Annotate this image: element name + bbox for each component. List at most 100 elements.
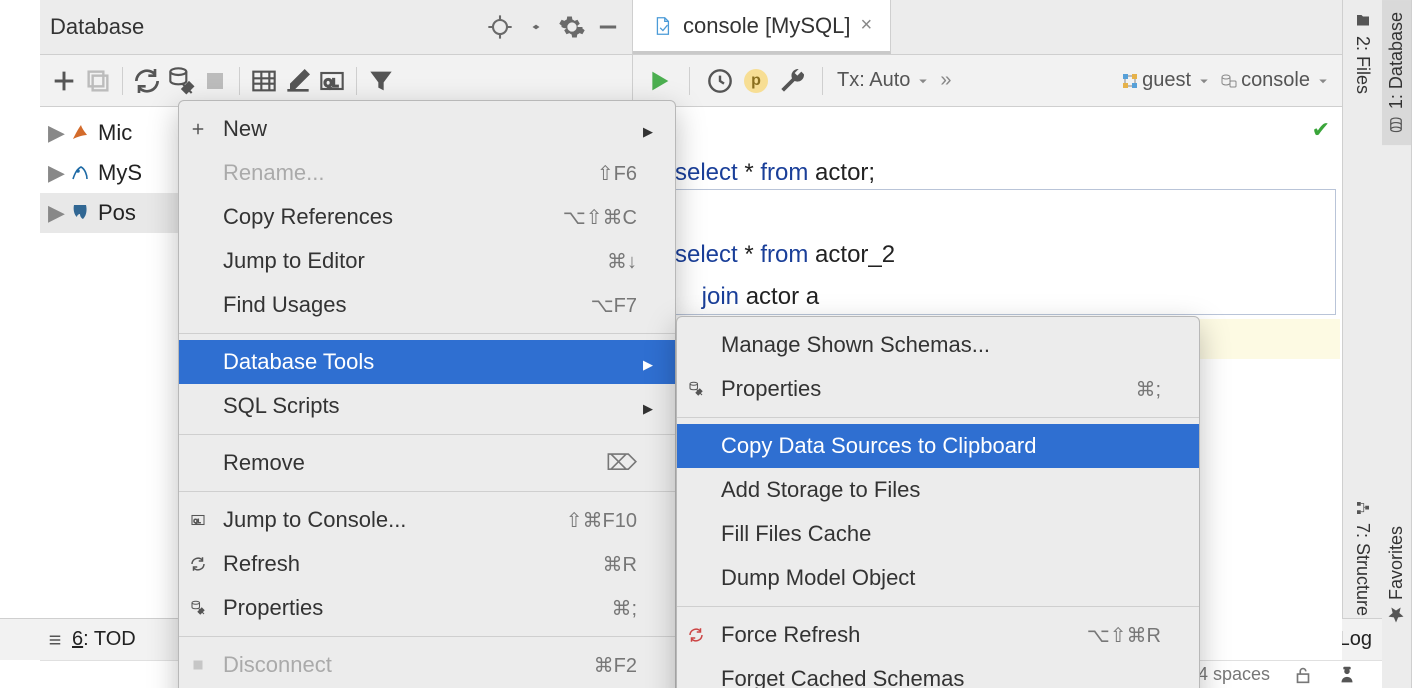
menu-separator xyxy=(179,434,675,435)
schema-picker[interactable]: guest xyxy=(1122,69,1213,92)
lock-icon[interactable] xyxy=(1292,664,1314,686)
left-tab-database-label: 1: Database xyxy=(1386,12,1407,109)
db-tool-icon xyxy=(687,380,705,398)
toolbar-separator xyxy=(122,67,123,95)
right-tab-files[interactable]: 2: Files xyxy=(1348,0,1377,106)
shortcut: ⌘; xyxy=(1135,377,1167,402)
menu-item-label: Remove xyxy=(223,450,606,476)
code-line-1: select * from actor; xyxy=(675,159,875,186)
menu-item-refresh[interactable]: Refresh⌘R xyxy=(179,542,675,586)
menu-item-properties[interactable]: Properties⌘; xyxy=(677,367,1199,411)
editor-toolbar: p Tx: Auto » guest console xyxy=(633,55,1342,107)
menu-item-label: Properties xyxy=(223,595,611,621)
split-icon[interactable] xyxy=(522,13,550,41)
menu-item-add-storage[interactable]: Add Storage to Files xyxy=(677,468,1199,512)
menu-item-label: Properties xyxy=(721,376,1135,402)
shortcut: ⌥F7 xyxy=(591,293,643,318)
refresh-icon[interactable] xyxy=(131,65,163,97)
menu-item-find-usages[interactable]: Find Usages⌥F7 xyxy=(179,283,675,327)
menu-item-jump-editor[interactable]: Jump to Editor⌘↓ xyxy=(179,239,675,283)
star-icon xyxy=(1388,606,1406,624)
menu-item-copy-references[interactable]: Copy References⌥⇧⌘C xyxy=(179,195,675,239)
ql-icon[interactable]: QL xyxy=(316,65,348,97)
shortcut: ⌘R xyxy=(603,552,643,577)
menu-separator xyxy=(179,491,675,492)
edit-icon[interactable] xyxy=(282,65,314,97)
menu-item-fill-cache[interactable]: Fill Files Cache xyxy=(677,512,1199,556)
left-toolstrip: 1: Database Favorites xyxy=(1382,0,1412,688)
todo-icon xyxy=(46,631,64,649)
delete-icon: ⌦ xyxy=(606,450,643,476)
console-picker-icon xyxy=(1221,73,1237,89)
submenu-arrow-icon xyxy=(643,116,665,142)
menu-separator xyxy=(179,636,675,637)
editor-tab-console[interactable]: console [MySQL] × xyxy=(633,0,891,54)
wrench-icon[interactable] xyxy=(776,65,808,97)
menu-item-properties[interactable]: Properties⌘; xyxy=(179,586,675,630)
stop-icon xyxy=(189,656,207,674)
stop-icon[interactable] xyxy=(199,65,231,97)
code-line-2: select * from actor_2 xyxy=(675,241,895,268)
more-icon[interactable]: » xyxy=(940,69,951,92)
menu-item-label: Copy References xyxy=(223,204,563,230)
history-icon[interactable] xyxy=(704,65,736,97)
status-indent[interactable]: 4 spaces xyxy=(1198,664,1270,685)
gear-icon[interactable] xyxy=(558,13,586,41)
menu-item-disconnect[interactable]: Disconnect⌘F2 xyxy=(179,643,675,687)
target-icon[interactable] xyxy=(486,13,514,41)
menu-item-database-tools[interactable]: Database Tools xyxy=(179,340,675,384)
toolbar-separator xyxy=(239,67,240,95)
menu-item-label: Force Refresh xyxy=(721,622,1087,648)
menu-item-new[interactable]: New xyxy=(179,107,675,151)
editor-tabs: console [MySQL] × xyxy=(633,0,1342,55)
close-icon[interactable]: × xyxy=(861,14,873,37)
datasource-label: Mic xyxy=(98,120,132,146)
db-tool-icon[interactable] xyxy=(165,65,197,97)
console-picker-label: console xyxy=(1241,69,1310,92)
minimize-icon[interactable] xyxy=(594,13,622,41)
chevron-down-icon xyxy=(1195,72,1213,90)
menu-item-rename[interactable]: Rename...⇧F6 xyxy=(179,151,675,195)
menu-item-dump[interactable]: Dump Model Object xyxy=(677,556,1199,600)
left-tab-favorites[interactable]: Favorites xyxy=(1382,514,1411,636)
toolbar-separator xyxy=(356,67,357,95)
run-icon[interactable] xyxy=(643,65,675,97)
p-badge-icon[interactable]: p xyxy=(744,69,768,93)
caret-right-icon: ▶ xyxy=(48,200,62,226)
left-tab-favorites-label: Favorites xyxy=(1386,526,1407,600)
menu-separator xyxy=(677,606,1199,607)
menu-item-forget-cached[interactable]: Forget Cached Schemas xyxy=(677,657,1199,688)
right-tab-structure[interactable]: 7: Structure xyxy=(1348,487,1377,628)
menu-item-label: Copy Data Sources to Clipboard xyxy=(721,433,1167,459)
datasource-label: MyS xyxy=(98,160,142,186)
shortcut: ⌘F2 xyxy=(594,653,643,678)
database-panel-title: Database xyxy=(50,14,144,40)
copy-icon[interactable] xyxy=(82,65,114,97)
toolbar-separator xyxy=(822,67,823,95)
mssql-icon xyxy=(68,121,92,145)
menu-item-copy-data-sources[interactable]: Copy Data Sources to Clipboard xyxy=(677,424,1199,468)
left-tab-database[interactable]: 1: Database xyxy=(1382,0,1411,145)
tx-mode-picker[interactable]: Tx: Auto xyxy=(837,69,932,92)
console-picker[interactable]: console xyxy=(1221,69,1332,92)
menu-item-jump-console[interactable]: QL Jump to Console...⇧⌘F10 xyxy=(179,498,675,542)
todo-button[interactable]: 6: TOD xyxy=(72,628,136,651)
shortcut: ⌘; xyxy=(611,596,643,621)
add-icon[interactable] xyxy=(48,65,80,97)
menu-item-manage-schemas[interactable]: Manage Shown Schemas... xyxy=(677,323,1199,367)
code-line-3: join actor a xyxy=(675,283,819,310)
shortcut: ⇧F6 xyxy=(597,161,643,186)
menu-item-label: Disconnect xyxy=(223,652,594,678)
menu-item-force-refresh[interactable]: Force Refresh⌥⇧⌘R xyxy=(677,613,1199,657)
menu-item-sql-scripts[interactable]: SQL Scripts xyxy=(179,384,675,428)
menu-separator xyxy=(677,417,1199,418)
menu-item-remove[interactable]: Remove⌦ xyxy=(179,441,675,485)
hector-icon[interactable] xyxy=(1336,664,1358,686)
submenu-arrow-icon xyxy=(643,393,665,419)
right-tab-files-label: 2: Files xyxy=(1352,36,1373,94)
filter-icon[interactable] xyxy=(365,65,397,97)
svg-text:QL: QL xyxy=(194,519,201,525)
submenu-arrow-icon xyxy=(643,349,665,375)
ql-icon: QL xyxy=(189,511,207,529)
table-icon[interactable] xyxy=(248,65,280,97)
